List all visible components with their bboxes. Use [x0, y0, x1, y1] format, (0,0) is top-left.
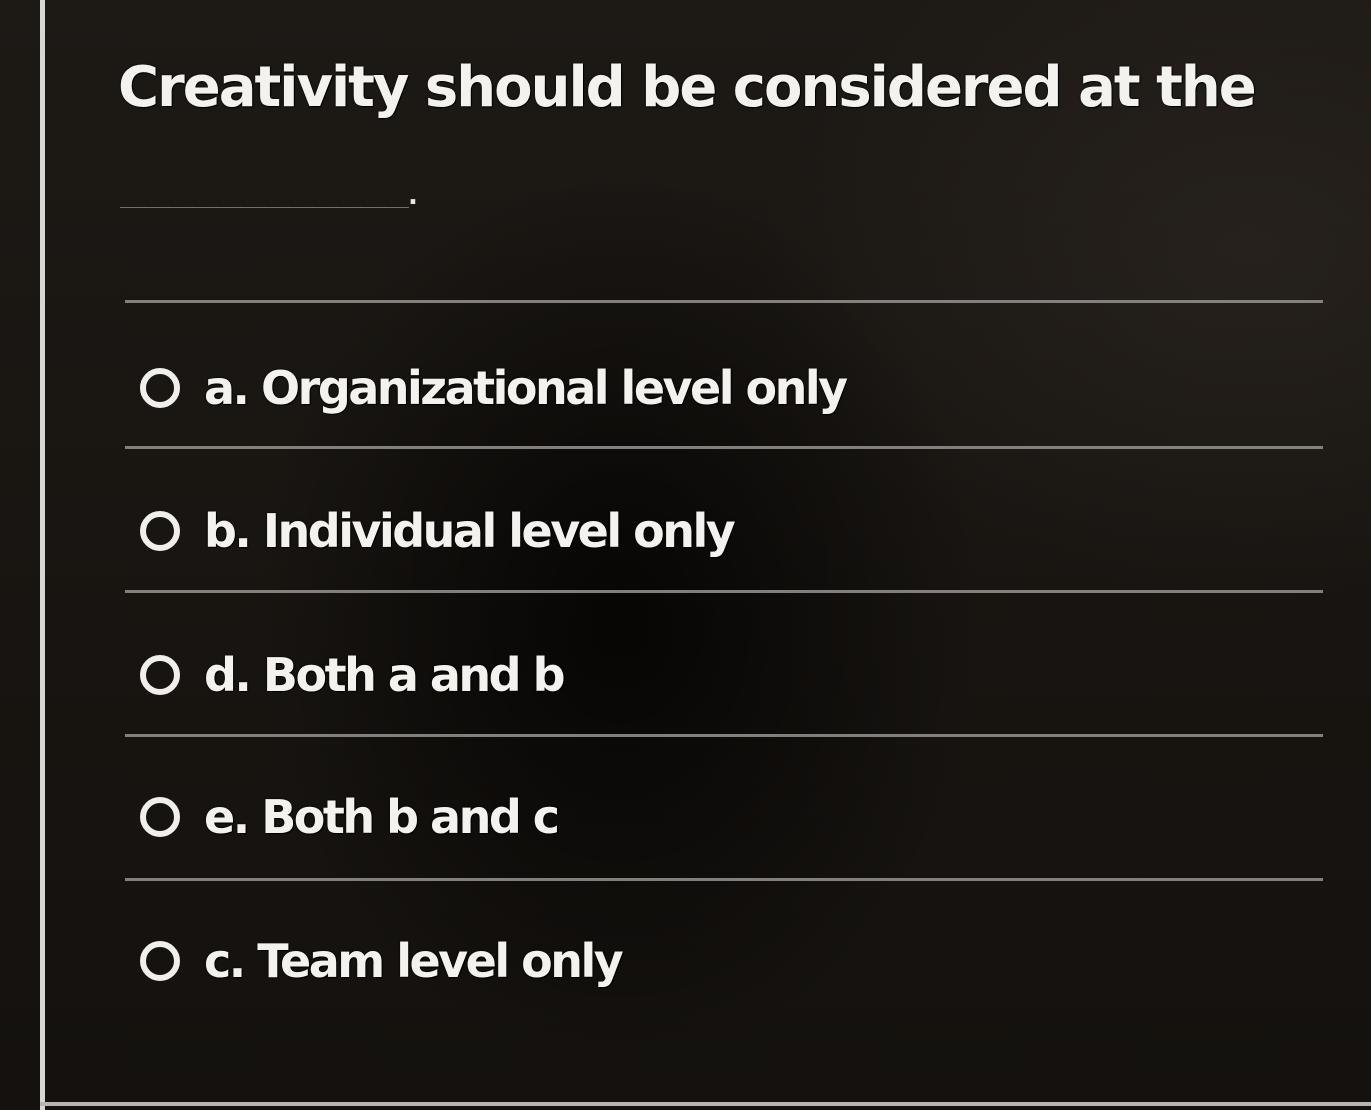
option-a-label: a. Organizational level only: [204, 361, 848, 415]
option-divider: [125, 590, 1323, 593]
option-d[interactable]: d. Both a and b: [140, 640, 1290, 710]
option-c-label: c. Team level only: [204, 934, 624, 988]
answer-blank: ________________________.: [120, 184, 418, 208]
option-divider: [125, 300, 1323, 303]
option-divider: [125, 878, 1323, 881]
radio-button-b[interactable]: [140, 511, 180, 551]
option-a[interactable]: a. Organizational level only: [140, 353, 1290, 423]
radio-button-a[interactable]: [140, 368, 180, 408]
option-c[interactable]: c. Team level only: [140, 926, 1290, 996]
option-e-label: e. Both b and c: [204, 790, 560, 844]
option-b-label: b. Individual level only: [204, 504, 736, 558]
question-text: Creativity should be considered at the: [118, 55, 1257, 120]
panel-left-border: [40, 0, 45, 1110]
panel-bottom-border: [40, 1102, 1371, 1106]
option-d-label: d. Both a and b: [204, 648, 566, 702]
option-divider: [125, 446, 1323, 449]
radio-button-e[interactable]: [140, 797, 180, 837]
option-e[interactable]: e. Both b and c: [140, 782, 1290, 852]
option-divider: [125, 734, 1323, 737]
radio-button-c[interactable]: [140, 941, 180, 981]
radio-button-d[interactable]: [140, 655, 180, 695]
option-b[interactable]: b. Individual level only: [140, 496, 1290, 566]
